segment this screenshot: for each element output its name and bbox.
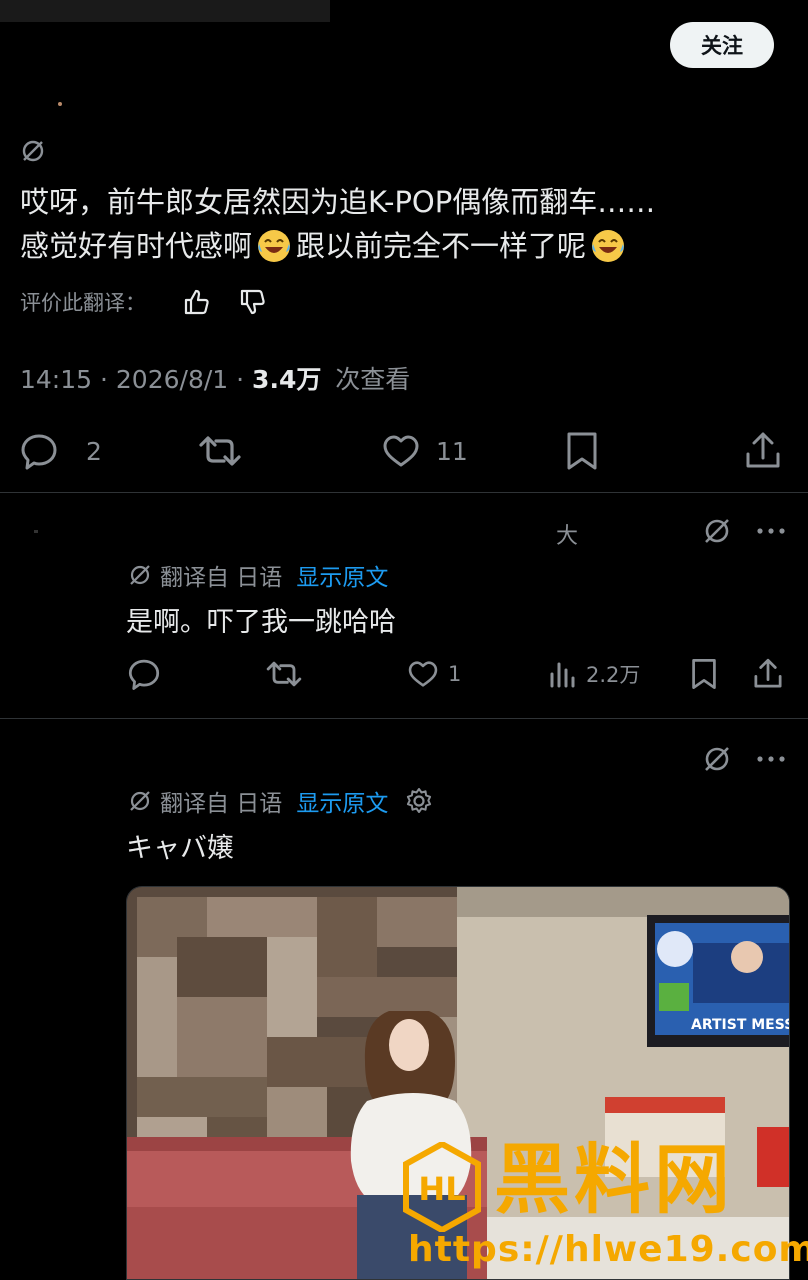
laughing-emoji-icon (256, 228, 292, 264)
tweet-time[interactable]: 14:15 (20, 365, 92, 394)
reply2-text: キャバ嬢 (126, 833, 234, 864)
tweet-action-bar: 2 11 (0, 424, 808, 478)
settings-icon[interactable] (404, 786, 434, 816)
thumbs-down-icon[interactable] (238, 287, 268, 317)
views-label: 次查看 (335, 365, 411, 394)
tweet-text-line2: 感觉好有时代感啊 跟以前完全不一样了呢 (20, 224, 790, 268)
more-icon[interactable] (756, 526, 786, 536)
divider (0, 718, 808, 719)
translated-from-label: 翻译自 日语 (160, 565, 283, 591)
like-button[interactable]: 11 (380, 424, 468, 478)
retweet-icon (264, 656, 304, 692)
reply-icon (126, 656, 162, 692)
reply1-corner-char: 大 (556, 524, 579, 549)
reply1-translation-info: 翻译自 日语 显示原文 (128, 558, 388, 592)
share-button[interactable] (744, 424, 782, 478)
more-icon[interactable] (756, 754, 786, 764)
tweet-text-line1: 哎呀，前牛郎女居然因为追K-POP偶像而翻车…… (20, 185, 656, 219)
watermark-logo-text: HL (418, 1170, 465, 1208)
views-count: 3.4万 (252, 365, 322, 394)
header-dot (58, 102, 62, 106)
no-translate-icon (128, 563, 152, 587)
tweet-date[interactable]: 2026/8/1 (116, 365, 228, 394)
watermark-logo: HL (402, 1140, 482, 1234)
retweet-button[interactable] (264, 654, 304, 694)
tweet-text-line2-b: 跟以前完全不一样了呢 (296, 229, 587, 263)
like-icon (406, 657, 440, 691)
like-icon (380, 430, 422, 472)
follow-button[interactable]: 关注 (670, 22, 774, 68)
retweet-icon (196, 430, 244, 472)
views-icon (548, 659, 578, 689)
reply-button[interactable]: 2 (18, 424, 102, 478)
meta-separator: · (236, 365, 253, 394)
no-translate-icon[interactable] (702, 516, 732, 546)
show-original-link[interactable]: 显示原文 (296, 558, 388, 592)
show-original-link[interactable]: 显示原文 (296, 784, 388, 818)
watermark-title: 黑料网 (494, 1135, 734, 1224)
reply2-translation-info: 翻译自 日语 显示原文 (128, 784, 434, 818)
rate-translation-row: 评价此翻译： (20, 286, 268, 318)
no-translate-icon[interactable] (702, 744, 732, 774)
translated-from-label: 翻译自 日语 (160, 791, 283, 817)
no-translate-icon (128, 789, 152, 813)
bookmark-icon (562, 430, 602, 472)
meta-separator: · (100, 365, 116, 394)
tv-caption: ARTIST MESSA (691, 1017, 790, 1033)
bookmark-button[interactable] (562, 424, 602, 478)
retweet-button[interactable] (196, 424, 244, 478)
reply1-text: 是啊。吓了我一跳哈哈 (126, 607, 396, 638)
rate-translation-label: 评价此翻译： (20, 291, 146, 315)
divider (0, 492, 808, 493)
bookmark-icon (688, 657, 720, 691)
header-avatar-remnant (0, 0, 330, 22)
thumbs-up-icon[interactable] (182, 287, 212, 317)
like-button[interactable]: 1 (406, 654, 461, 694)
tweet-meta: 14:15 · 2026/8/1 · 3.4万 次查看 (20, 360, 410, 396)
views-count: 2.2万 (586, 663, 641, 687)
like-count: 11 (436, 436, 468, 466)
tweet-text: 哎呀，前牛郎女居然因为追K-POP偶像而翻车…… 感觉好有时代感啊 跟以前完全不… (20, 180, 790, 268)
bookmark-button[interactable] (688, 654, 720, 694)
views-button[interactable]: 2.2万 (548, 654, 640, 694)
tweet-text-line2-a: 感觉好有时代感啊 (20, 229, 253, 263)
reply1-header-remnant (34, 530, 38, 533)
no-translate-icon (20, 138, 46, 164)
share-icon (744, 430, 782, 472)
laughing-emoji-icon (590, 228, 626, 264)
reply-button[interactable] (126, 654, 162, 694)
reply-count: 2 (86, 436, 102, 466)
reply-icon (18, 430, 60, 472)
share-icon (752, 657, 784, 691)
reply1-action-bar: 1 2.2万 (126, 654, 790, 694)
share-button[interactable] (752, 654, 784, 694)
watermark-url: https://hlwe19.com (408, 1229, 808, 1270)
like-count: 1 (448, 662, 462, 686)
